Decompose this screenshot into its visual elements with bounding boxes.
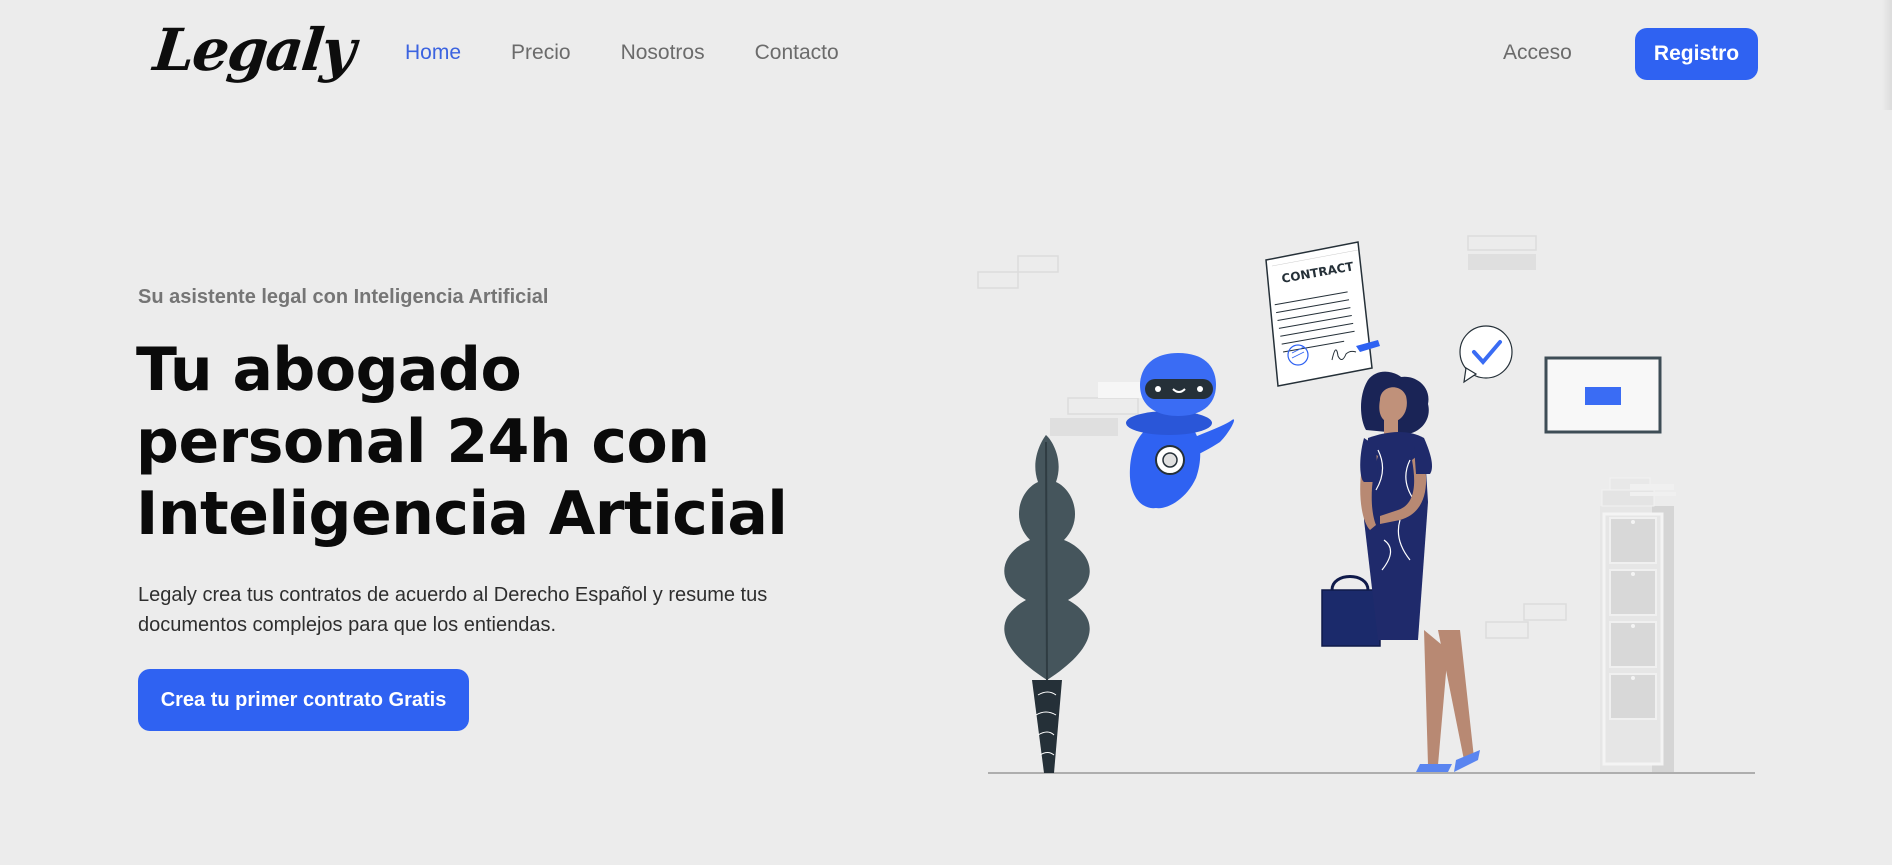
nav-links: Home Precio Nosotros Contacto: [405, 41, 839, 65]
woman: [1321, 371, 1480, 772]
hero-title: Tu abogado personal 24h con Inteligencia…: [136, 334, 836, 550]
cabinet: [1600, 477, 1676, 772]
top-navigation: Legaly Home Precio Nosotros Contacto Acc…: [0, 0, 1892, 108]
wall-frame: [1544, 356, 1662, 434]
hero-title-line: Tu abogado: [136, 335, 522, 405]
nav-link-precio[interactable]: Precio: [511, 41, 571, 65]
nav-link-home[interactable]: Home: [405, 41, 461, 65]
scrollbar[interactable]: [1882, 0, 1892, 110]
nav-link-nosotros[interactable]: Nosotros: [621, 41, 705, 65]
create-contract-button[interactable]: Crea tu primer contrato Gratis: [138, 669, 469, 731]
login-link[interactable]: Acceso: [1503, 41, 1572, 65]
hero-illustration: CONTRACT: [960, 220, 1760, 780]
hero-eyebrow: Su asistente legal con Inteligencia Arti…: [138, 286, 549, 308]
robot: [1126, 353, 1235, 509]
hero-description: Legaly crea tus contratos de acuerdo al …: [138, 584, 768, 636]
checkmark-bubble: [1459, 325, 1513, 384]
contract-document: CONTRACT: [1265, 241, 1380, 387]
plant: [1004, 435, 1090, 773]
hero-title-line: personal 24h con: [136, 407, 710, 477]
nav-link-contacto[interactable]: Contacto: [755, 41, 839, 65]
hero-title-line: Inteligencia Articial: [136, 479, 788, 549]
logo[interactable]: Legaly: [150, 16, 357, 84]
illustration-svg: CONTRACT: [977, 235, 1755, 774]
register-button[interactable]: Registro: [1635, 28, 1758, 80]
